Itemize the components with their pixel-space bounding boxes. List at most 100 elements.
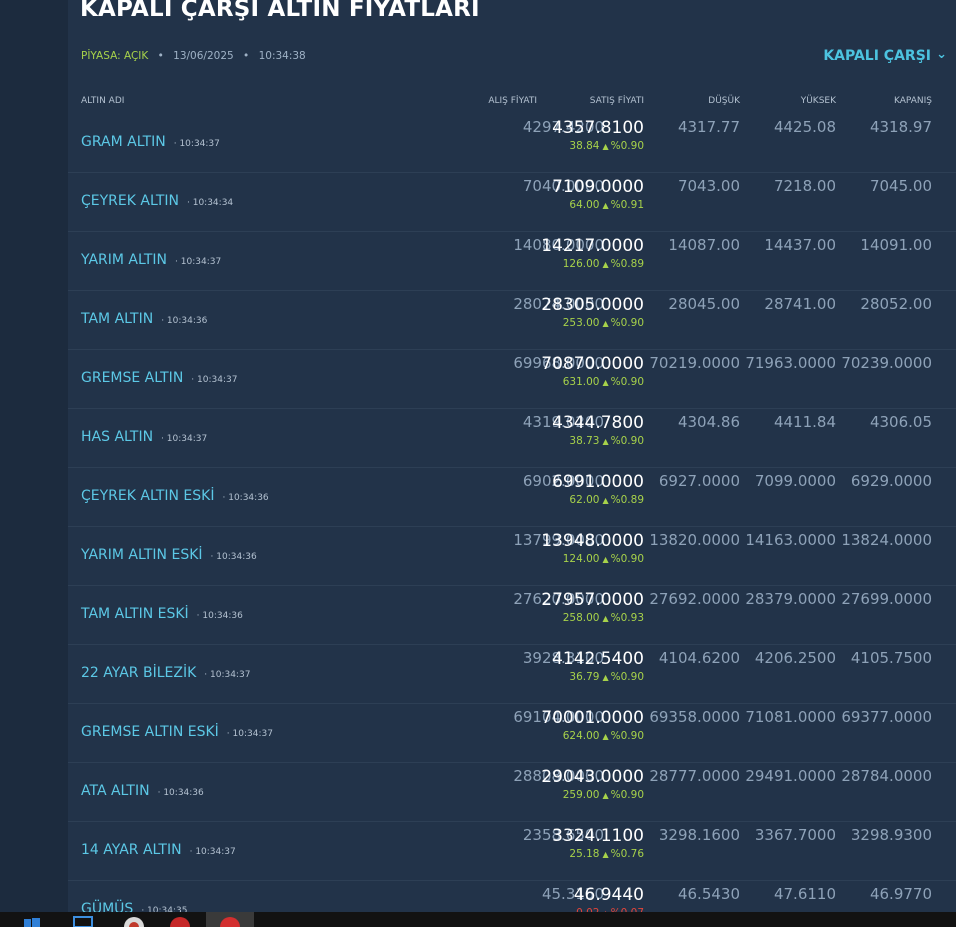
triangle-up-icon: ▲: [602, 555, 609, 564]
chevron-down-icon: ⌄: [936, 47, 947, 62]
update-time: · 10:34:36: [161, 316, 208, 326]
change-value: 253.00: [562, 317, 600, 329]
table-row[interactable]: GÜMÜŞ· 10:34:3545.315046.94400.02▲%0.074…: [68, 881, 956, 912]
price-change: 253.00 ▲ %0.90: [563, 317, 644, 329]
gold-name-link[interactable]: ÇEYREK ALTIN · 10:34:34: [81, 193, 233, 209]
table-row[interactable]: ÇEYREK ALTIN ESKİ · 10:34:36 6902.0000 6991…: [68, 468, 956, 527]
gold-name[interactable]: YARIM ALTIN: [81, 252, 167, 268]
gold-name-link[interactable]: YARIM ALTIN · 10:34:37: [81, 252, 221, 268]
change-percent: %0.89: [610, 494, 644, 506]
change-percent: %0.89: [610, 258, 644, 270]
gold-name-link[interactable]: GÜMÜŞ · 10:34:35: [81, 901, 187, 912]
table-row[interactable]: ATA ALTIN · 10:34:36 28808.0000 29043.0000 2…: [68, 763, 956, 822]
header-high: YÜKSEK: [800, 96, 836, 106]
gold-name-link[interactable]: GREMSE ALTIN ESKİ · 10:34:37: [81, 724, 273, 740]
low-price: 7043.00: [677, 177, 740, 195]
sell-price: 29043.0000: [541, 767, 644, 787]
change-percent: %0.90: [610, 376, 644, 388]
price-change: 64.00 ▲ %0.91: [569, 199, 644, 211]
change-percent: %0.90: [610, 730, 644, 742]
low-price: 69358.0000: [649, 708, 740, 726]
table-row[interactable]: 14 AYAR ALTIN · 10:34:37 2358.6500 3324.110…: [68, 822, 956, 881]
table-row[interactable]: ÇEYREK ALTIN · 10:34:34 7040.0000 7109.0000…: [68, 173, 956, 232]
table-row[interactable]: TAM ALTIN ESKİ · 10:34:36 27620.0000 27957.…: [68, 586, 956, 645]
price-change: 258.00 ▲ %0.93: [563, 612, 644, 624]
gold-name[interactable]: HAS ALTIN: [81, 429, 153, 445]
table-row[interactable]: GREMSE ALTIN · 10:34:37 69968.0000 70870.00…: [68, 350, 956, 409]
close-price: 4306.05: [869, 413, 932, 431]
gold-name[interactable]: TAM ALTIN ESKİ: [81, 606, 189, 622]
table-row[interactable]: YARIM ALTIN ESKİ · 10:34:36 13799.0000 1394…: [68, 527, 956, 586]
table-row[interactable]: HAS ALTIN · 10:34:37 4319.0200 4344.7800 38.…: [68, 409, 956, 468]
header-close: KAPANIŞ: [893, 96, 932, 106]
gold-name[interactable]: GÜMÜŞ: [81, 901, 133, 912]
change-value: 62.00: [569, 494, 600, 506]
gold-name[interactable]: GREMSE ALTIN ESKİ: [81, 724, 219, 740]
high-price: 4206.2500: [754, 649, 836, 667]
gold-name[interactable]: ÇEYREK ALTIN: [81, 193, 179, 209]
gold-name[interactable]: TAM ALTIN: [81, 311, 153, 327]
gold-name-link[interactable]: TAM ALTIN ESKİ · 10:34:36: [81, 606, 243, 622]
gold-name-link[interactable]: YARIM ALTIN ESKİ · 10:34:36: [81, 547, 257, 563]
table-row[interactable]: YARIM ALTIN · 10:34:37 14080.0000 14217.000…: [68, 232, 956, 291]
gold-name[interactable]: 14 AYAR ALTIN: [81, 842, 182, 858]
sell-price: 3324.1100: [552, 826, 644, 846]
update-time: · 10:34:37: [173, 139, 220, 149]
header-sell: SATIŞ FİYATI: [589, 96, 644, 106]
high-price: 7099.0000: [754, 472, 836, 490]
gold-name[interactable]: GRAM ALTIN: [81, 134, 166, 150]
table-row[interactable]: 22 AYAR BİLEZİK · 10:34:37 3928.3100 4142.5…: [68, 645, 956, 704]
browser-icon[interactable]: [122, 914, 146, 927]
price-table-body: GRAM ALTIN · 10:34:37 4297.4200 4357.8100 38…: [68, 114, 956, 912]
windows-start-icon[interactable]: [22, 914, 42, 927]
gold-name-link[interactable]: GRAM ALTIN · 10:34:37: [81, 134, 220, 150]
change-percent: %0.90: [610, 789, 644, 801]
high-price: 47.6110: [773, 885, 836, 903]
update-time-value: 10:34:34: [192, 198, 234, 208]
sell-price: 70001.0000: [541, 708, 644, 728]
change-percent: %0.90: [610, 317, 644, 329]
triangle-up-icon: ▲: [602, 319, 609, 328]
close-price: 14091.00: [860, 236, 932, 254]
gold-name[interactable]: ÇEYREK ALTIN ESKİ: [81, 488, 214, 504]
update-time-value: 10:34:36: [216, 552, 257, 562]
taskbar-active-item[interactable]: [206, 912, 254, 927]
close-price: 46.9770: [869, 885, 932, 903]
taskview-icon[interactable]: [72, 914, 94, 927]
table-row[interactable]: GREMSE ALTIN ESKİ · 10:34:37 69104.0000 700…: [68, 704, 956, 763]
change-value: 124.00: [562, 553, 600, 565]
status-date: 13/06/2025: [173, 50, 234, 62]
left-gutter: [0, 0, 68, 912]
gold-name-link[interactable]: 14 AYAR ALTIN · 10:34:37: [81, 842, 236, 858]
separator-dot: •: [243, 50, 250, 62]
price-change: 25.18 ▲ %0.76: [569, 848, 644, 860]
close-price: 70239.0000: [841, 354, 932, 372]
price-change: 124.00 ▲ %0.90: [563, 553, 644, 565]
gold-name-link[interactable]: TAM ALTIN · 10:34:36: [81, 311, 207, 327]
change-value: 631.00: [562, 376, 600, 388]
update-time-value: 10:34:37: [210, 670, 251, 680]
update-time-value: 10:34:36: [202, 611, 243, 621]
table-row[interactable]: TAM ALTIN · 10:34:36 28074.0000 28305.0000 2…: [68, 291, 956, 350]
gold-name-link[interactable]: GREMSE ALTIN · 10:34:37: [81, 370, 237, 386]
gold-name[interactable]: GREMSE ALTIN: [81, 370, 183, 386]
sell-price: 14217.0000: [541, 236, 644, 256]
gold-name[interactable]: YARIM ALTIN ESKİ: [81, 547, 203, 563]
change-percent: %0.90: [610, 140, 644, 152]
market-select[interactable]: KAPALI ÇARŞI ⌄: [823, 47, 947, 64]
app-icon[interactable]: [168, 914, 192, 927]
gold-name-link[interactable]: ÇEYREK ALTIN ESKİ · 10:34:36: [81, 488, 269, 504]
high-price: 28741.00: [764, 295, 836, 313]
sell-price: 4142.5400: [552, 649, 644, 669]
gold-name-link[interactable]: ATA ALTIN · 10:34:36: [81, 783, 204, 799]
low-price: 3298.1600: [658, 826, 740, 844]
market-select-value: KAPALI ÇARŞI: [823, 48, 931, 64]
gold-name[interactable]: ATA ALTIN: [81, 783, 150, 799]
sell-price: 4357.8100: [552, 118, 644, 138]
high-price: 4411.84: [773, 413, 836, 431]
gold-name-link[interactable]: HAS ALTIN · 10:34:37: [81, 429, 207, 445]
gold-name[interactable]: 22 AYAR BİLEZİK: [81, 665, 196, 681]
gold-name-link[interactable]: 22 AYAR BİLEZİK · 10:34:37: [81, 665, 250, 681]
triangle-up-icon: ▲: [602, 673, 609, 682]
table-row[interactable]: GRAM ALTIN · 10:34:37 4297.4200 4357.8100 38…: [68, 114, 956, 173]
